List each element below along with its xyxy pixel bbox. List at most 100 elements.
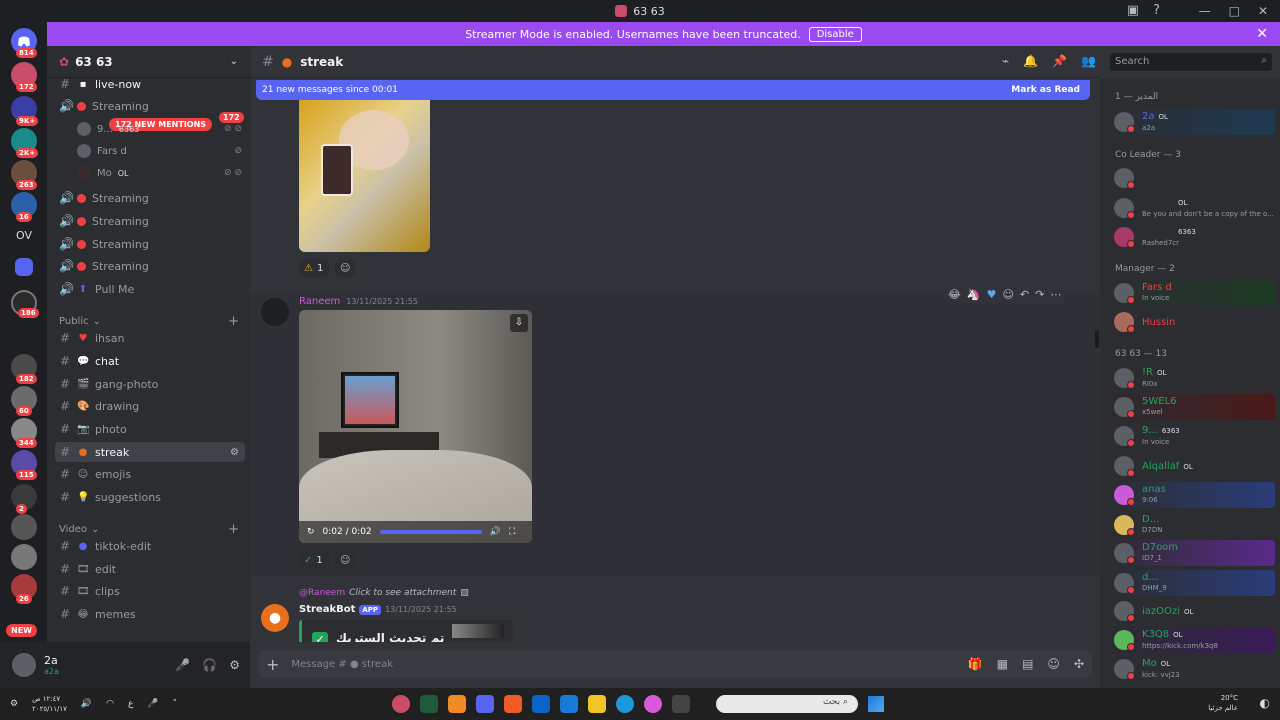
gear-icon[interactable]: ⚙ bbox=[229, 658, 240, 672]
channel-chat[interactable]: # 💬 chat bbox=[55, 351, 245, 371]
reaction-heart-icon[interactable]: ♥ bbox=[987, 288, 997, 301]
weather-widget[interactable]: 20°C عالم جزئيا bbox=[1208, 693, 1238, 713]
video-attachment[interactable]: ⇩ ↻ 0:02 / 0:02 🔊 ⛶ bbox=[299, 310, 532, 543]
copilot-icon[interactable] bbox=[644, 695, 662, 713]
voice-user[interactable]: Fars d ⊘ bbox=[77, 144, 242, 158]
member-item[interactable]: Mo OL kick: vvj23 bbox=[1110, 656, 1275, 682]
voice-channel-streaming[interactable]: 🔊 Streaming bbox=[55, 234, 245, 254]
microphone-icon[interactable]: 🎤 bbox=[147, 699, 158, 709]
server-icon[interactable]: 172 bbox=[11, 62, 37, 92]
volume-icon[interactable]: 🔊 bbox=[81, 699, 92, 709]
server-icon[interactable] bbox=[11, 514, 37, 540]
windows-settings-icon[interactable]: ⚙ bbox=[10, 699, 18, 709]
brave-icon[interactable] bbox=[504, 695, 522, 713]
member-item[interactable]: d... DHM_9 bbox=[1110, 570, 1275, 596]
inbox-icon[interactable]: ▣ bbox=[1127, 3, 1139, 18]
add-channel-icon[interactable]: + bbox=[228, 314, 239, 329]
server-icon[interactable]: 2K+ bbox=[11, 128, 39, 158]
member-item[interactable]: 9... 6363 In voice bbox=[1110, 423, 1275, 449]
channel-ihsan[interactable]: # ♥ ihsan bbox=[55, 328, 245, 348]
edge-icon[interactable] bbox=[616, 695, 634, 713]
threads-icon[interactable]: ⌁ bbox=[1002, 54, 1009, 68]
channel-streak[interactable]: # ● streak ⚙ bbox=[55, 442, 245, 462]
gift-icon[interactable]: 🎁 bbox=[968, 657, 983, 671]
disable-button[interactable]: Disable bbox=[808, 26, 862, 42]
reaction-warning[interactable]: ⚠ 1 bbox=[299, 259, 329, 277]
reply-icon[interactable]: ↶ bbox=[1020, 288, 1029, 301]
fullscreen-icon[interactable]: ⛶ bbox=[509, 527, 515, 537]
folder-icon[interactable] bbox=[588, 695, 606, 713]
member-item[interactable]: K3Q8 OL https://kick.com/k3q8 bbox=[1110, 627, 1275, 653]
store-icon[interactable] bbox=[560, 695, 578, 713]
discord-icon[interactable] bbox=[476, 695, 494, 713]
headphones-icon[interactable]: 🎧 bbox=[202, 658, 217, 672]
scrollbar[interactable] bbox=[1095, 330, 1099, 348]
server-icon[interactable]: 60 bbox=[11, 386, 37, 416]
member-item[interactable]: Alqallaf OL bbox=[1110, 453, 1275, 479]
server-icon[interactable]: 182 bbox=[11, 354, 37, 384]
app-icon[interactable] bbox=[392, 695, 410, 713]
voice-user[interactable]: 9... 6363 ⊘ ⊘ bbox=[77, 122, 242, 136]
channel-emojis[interactable]: # ☺ emojis bbox=[55, 464, 245, 484]
member-item[interactable]: 2a OL a2a bbox=[1110, 109, 1275, 135]
maximize-icon[interactable]: □ bbox=[1229, 4, 1240, 18]
channel-clips[interactable]: # 🎞 clips bbox=[55, 581, 245, 601]
server-icon[interactable]: 26 bbox=[11, 574, 37, 604]
member-item[interactable]: !R OL RI0x bbox=[1110, 365, 1275, 391]
reply-reference[interactable]: @Raneem Click to see attachment ▨ bbox=[299, 588, 469, 598]
channel-gang-photo[interactable]: # 🎬 gang-photo bbox=[55, 374, 245, 394]
server-icon[interactable]: 344 bbox=[11, 418, 37, 448]
voice-channel-streaming[interactable]: 🔊 Streaming bbox=[55, 188, 245, 208]
server-icon[interactable]: 9K+ bbox=[11, 96, 39, 126]
minimize-icon[interactable]: — bbox=[1199, 4, 1211, 18]
message-input[interactable]: + Message # ● streak 🎁 ▦ ▤ ☺ ✣ bbox=[258, 650, 1092, 678]
image-attachment[interactable] bbox=[299, 100, 430, 252]
voice-user[interactable]: Mo OL ⊘ ⊘ bbox=[77, 166, 242, 180]
channel-suggestions[interactable]: # 💡 suggestions bbox=[55, 487, 245, 507]
voice-channel-streaming[interactable]: 🔊 Streaming bbox=[55, 256, 245, 276]
gif-icon[interactable]: ▦ bbox=[997, 657, 1008, 671]
pin-icon[interactable]: 📌 bbox=[1052, 54, 1067, 68]
server-icon[interactable] bbox=[11, 544, 37, 570]
channel-edit[interactable]: # 🎞 edit bbox=[55, 559, 245, 579]
member-item[interactable]: OL Be you and don't be a copy of the o... bbox=[1110, 195, 1275, 221]
microphone-icon[interactable]: 🎤 bbox=[175, 658, 190, 672]
add-channel-icon[interactable]: + bbox=[228, 522, 239, 537]
member-item[interactable]: D7oom ID7_1 bbox=[1110, 540, 1275, 566]
wifi-icon[interactable]: ◠ bbox=[106, 699, 114, 709]
voice-channel-streaming[interactable]: 🔊 Streaming bbox=[55, 96, 245, 116]
language-icon[interactable]: ع bbox=[128, 699, 133, 709]
more-icon[interactable]: ⋯ bbox=[1050, 288, 1061, 301]
reaction-icon[interactable]: 🦄 bbox=[967, 288, 981, 301]
app-icon[interactable] bbox=[420, 695, 438, 713]
bell-icon[interactable]: 🔔 bbox=[1023, 54, 1038, 68]
member-item[interactable] bbox=[1110, 165, 1275, 191]
category-public[interactable]: Public ⌄ + bbox=[59, 314, 239, 329]
close-window-icon[interactable]: ✕ bbox=[1258, 4, 1268, 18]
channel-settings-icon[interactable]: ⚙ bbox=[230, 447, 239, 458]
reaction-check[interactable]: ✓ 1 bbox=[299, 551, 329, 569]
volume-icon[interactable]: 🔊 bbox=[490, 527, 501, 537]
add-attachment-icon[interactable]: + bbox=[266, 655, 279, 674]
member-item[interactable]: anas 9:06 bbox=[1110, 482, 1275, 508]
taskbar-search[interactable]: بحث ⌕ bbox=[716, 695, 858, 713]
category-video[interactable]: Video ⌄ + bbox=[59, 522, 239, 537]
home-icon[interactable]: 814 bbox=[11, 28, 37, 58]
avatar[interactable] bbox=[261, 298, 289, 326]
download-icon[interactable]: ⇩ bbox=[510, 314, 528, 332]
member-item[interactable]: Fars d In voice bbox=[1110, 280, 1275, 306]
folder-icon[interactable] bbox=[15, 258, 33, 276]
avatar[interactable] bbox=[12, 653, 36, 677]
server-icon[interactable]: 186 bbox=[11, 290, 39, 318]
embed-thumbnail[interactable] bbox=[452, 624, 504, 638]
channel-memes[interactable]: # 😂 memes bbox=[55, 604, 245, 624]
member-item[interactable]: iazOOzi OL bbox=[1110, 598, 1275, 624]
outlook-icon[interactable] bbox=[532, 695, 550, 713]
bot-avatar[interactable]: ● bbox=[261, 604, 289, 632]
member-list-icon[interactable]: 👥 bbox=[1081, 54, 1096, 68]
server-icon[interactable]: 2 bbox=[11, 484, 37, 514]
emoji-icon[interactable]: ☺ bbox=[1047, 657, 1060, 671]
sticker-icon[interactable]: ▤ bbox=[1022, 657, 1033, 671]
windows-start-icon[interactable] bbox=[868, 696, 884, 712]
mark-as-read-button[interactable]: Mark as Read bbox=[1011, 85, 1080, 95]
